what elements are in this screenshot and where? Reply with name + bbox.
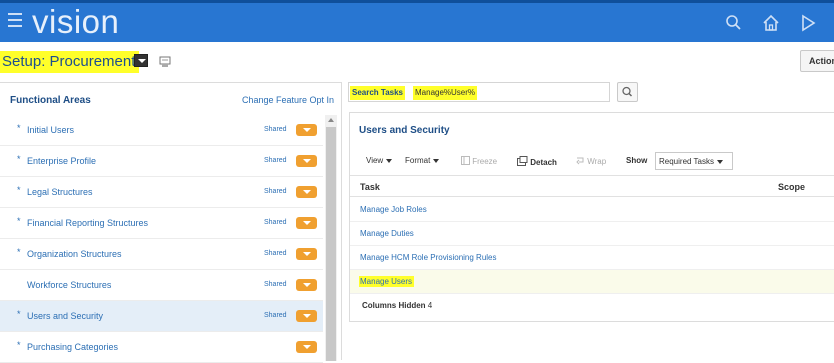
scrollbar-thumb[interactable]: [326, 127, 336, 361]
table-toolbar: View Format Freeze Detach Wrap Show Requ…: [350, 149, 834, 173]
task-link[interactable]: Manage HCM Role Provisioning Rules: [360, 253, 497, 262]
task-link[interactable]: Manage Duties: [360, 229, 414, 238]
view-menu-label: View: [366, 156, 384, 165]
functional-area-initial-users[interactable]: * Initial Users Shared: [0, 115, 323, 146]
navigator-icon[interactable]: [798, 13, 818, 33]
page-title: Setup: Procurement: [0, 51, 140, 73]
status-badge: Shared: [264, 157, 287, 164]
required-marker: *: [17, 123, 21, 133]
task-link[interactable]: Manage Users: [359, 276, 415, 287]
format-menu-label: Format: [405, 156, 431, 165]
top-bar: vision: [0, 0, 834, 42]
action-button[interactable]: Action: [800, 50, 834, 72]
status-badge: Shared: [264, 126, 287, 133]
column-header-scope[interactable]: Scope: [778, 182, 805, 192]
area-actions-button[interactable]: [296, 248, 317, 260]
area-actions-button[interactable]: [296, 279, 317, 291]
columns-hidden-count: 4: [427, 301, 433, 310]
columns-hidden-label: Columns Hidden: [362, 301, 426, 310]
search-tasks-field[interactable]: Search Tasks Manage%User%: [348, 82, 610, 102]
functional-area-financial-reporting-structures[interactable]: * Financial Reporting Structures Shared: [0, 208, 323, 239]
functional-area-label[interactable]: Legal Structures: [27, 187, 93, 197]
functional-area-organization-structures[interactable]: * Organization Structures Shared: [0, 239, 323, 270]
chevron-down-icon: [717, 159, 723, 164]
hamburger-menu-icon[interactable]: [8, 13, 22, 27]
area-actions-button[interactable]: [296, 341, 317, 353]
area-actions-button[interactable]: [296, 217, 317, 229]
status-badge: Shared: [264, 219, 287, 226]
area-actions-button[interactable]: [296, 155, 317, 167]
search-tasks-button[interactable]: [617, 82, 638, 102]
required-marker: *: [17, 154, 21, 164]
functional-area-purchasing-categories[interactable]: * Purchasing Categories: [0, 332, 323, 363]
vertical-scrollbar[interactable]: [325, 115, 337, 361]
table-row[interactable]: Manage Users: [350, 270, 834, 294]
show-select-value: Required Tasks: [659, 157, 714, 166]
area-actions-button[interactable]: [296, 310, 317, 322]
print-icon[interactable]: [159, 56, 171, 68]
freeze-icon: [461, 156, 470, 165]
area-actions-button[interactable]: [296, 186, 317, 198]
setup-dropdown-button[interactable]: [134, 54, 148, 67]
tasks-panel-title: Users and Security: [359, 125, 450, 136]
chevron-down-icon: [386, 158, 393, 163]
home-icon[interactable]: [761, 13, 781, 33]
detach-label: Detach: [530, 158, 557, 167]
search-tasks-label: Search Tasks: [350, 86, 405, 100]
format-menu[interactable]: Format: [405, 156, 440, 165]
show-select[interactable]: Required Tasks: [655, 152, 733, 170]
status-badge: Shared: [264, 312, 287, 319]
required-marker: *: [17, 247, 21, 257]
functional-area-users-and-security[interactable]: * Users and Security Shared: [0, 301, 323, 332]
functional-area-label[interactable]: Organization Structures: [27, 249, 122, 259]
tasks-panel: Users and Security View Format Freeze De…: [349, 112, 834, 322]
column-header-task[interactable]: Task: [360, 182, 380, 192]
functional-area-legal-structures[interactable]: * Legal Structures Shared: [0, 177, 323, 208]
search-tasks-input[interactable]: Manage%User%: [413, 86, 478, 100]
wrap-icon: [576, 157, 584, 165]
chevron-down-icon: [433, 158, 440, 163]
status-badge: Shared: [264, 250, 287, 257]
functional-area-label[interactable]: Users and Security: [27, 311, 103, 321]
columns-hidden-status: Columns Hidden 4: [362, 301, 432, 310]
show-label: Show: [626, 156, 648, 165]
table-header: Task Scope: [350, 175, 834, 197]
wrap-label: Wrap: [587, 157, 607, 166]
detach-icon: [517, 156, 528, 166]
functional-area-label[interactable]: Enterprise Profile: [27, 156, 96, 166]
functional-areas-list: * Initial Users Shared * Enterprise Prof…: [0, 115, 323, 363]
area-actions-button[interactable]: [296, 124, 317, 136]
wrap-button[interactable]: Wrap: [576, 156, 606, 166]
view-menu[interactable]: View: [366, 156, 393, 165]
change-feature-opt-in-link[interactable]: Change Feature Opt In: [242, 95, 334, 105]
detach-button[interactable]: Detach: [517, 156, 557, 167]
search-icon: [622, 86, 633, 97]
freeze-button[interactable]: Freeze: [461, 156, 497, 166]
table-row[interactable]: Manage Duties: [350, 222, 834, 246]
required-marker: *: [17, 309, 21, 319]
functional-area-enterprise-profile[interactable]: * Enterprise Profile Shared: [0, 146, 323, 177]
scroll-up-arrow-icon[interactable]: [328, 118, 334, 122]
functional-area-label[interactable]: Purchasing Categories: [27, 342, 118, 352]
task-link[interactable]: Manage Job Roles: [360, 205, 427, 214]
functional-areas-panel: Functional Areas Change Feature Opt In *…: [0, 82, 342, 363]
freeze-label: Freeze: [472, 157, 498, 166]
status-badge: Shared: [264, 281, 287, 288]
brand-logo: vision: [32, 3, 120, 40]
functional-area-label[interactable]: Workforce Structures: [27, 280, 111, 290]
functional-area-label[interactable]: Initial Users: [27, 125, 74, 135]
required-marker: *: [17, 216, 21, 226]
functional-area-workforce-structures[interactable]: Workforce Structures Shared: [0, 270, 323, 301]
search-icon[interactable]: [724, 13, 744, 33]
required-marker: *: [17, 185, 21, 195]
status-badge: Shared: [264, 188, 287, 195]
functional-areas-header: Functional Areas: [10, 95, 91, 106]
required-marker: *: [17, 340, 21, 350]
functional-area-label[interactable]: Financial Reporting Structures: [27, 218, 148, 228]
table-row[interactable]: Manage Job Roles: [350, 198, 834, 222]
table-row[interactable]: Manage HCM Role Provisioning Rules: [350, 246, 834, 270]
